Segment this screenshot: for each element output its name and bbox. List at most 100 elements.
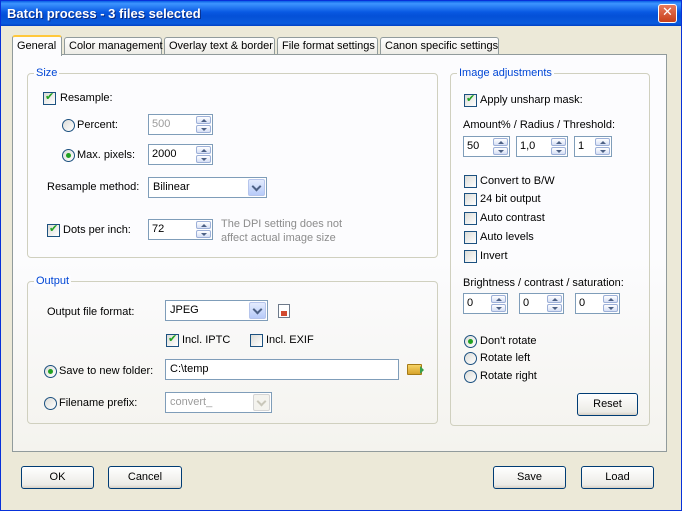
output-format-value: JPEG xyxy=(170,304,199,316)
spin-down-icon[interactable] xyxy=(491,304,506,312)
dpi-value: 72 xyxy=(152,223,165,235)
amount-value: 50 xyxy=(467,140,480,152)
batch-process-window: Batch process - 3 files selected ✕ Gener… xyxy=(0,0,682,511)
cancel-button[interactable]: Cancel xyxy=(108,466,182,489)
dpi-checkbox[interactable] xyxy=(47,222,60,237)
unsharp-mask-checkbox[interactable] xyxy=(464,92,477,107)
title-bar: Batch process - 3 files selected ✕ xyxy=(1,1,681,26)
tab-overlay-text-border[interactable]: Overlay text & border xyxy=(164,37,275,55)
resample-checkbox[interactable] xyxy=(43,90,56,105)
amount-spinner[interactable]: 50 xyxy=(463,136,510,157)
saturation-value: 0 xyxy=(579,297,586,309)
dpi-spinner[interactable]: 72 xyxy=(148,219,213,240)
percent-radio[interactable] xyxy=(62,119,75,132)
size-group-title: Size xyxy=(34,67,60,79)
resample-method-value: Bilinear xyxy=(153,181,190,193)
threshold-spinner[interactable]: 1 xyxy=(574,136,612,157)
ok-button[interactable]: OK xyxy=(21,466,94,489)
max-pixels-radio[interactable] xyxy=(62,149,75,162)
auto-contrast-checkbox[interactable] xyxy=(464,212,477,225)
chevron-down-icon[interactable] xyxy=(253,394,270,411)
dpi-hint-line-1: The DPI setting does not xyxy=(221,218,343,230)
spin-up-icon[interactable] xyxy=(196,116,211,124)
tab-canon-specific-settings[interactable]: Canon specific settings xyxy=(380,37,499,55)
close-icon[interactable]: ✕ xyxy=(658,4,677,23)
reset-button[interactable]: Reset xyxy=(577,393,638,416)
save-to-folder-radio[interactable] xyxy=(44,365,57,378)
window-title: Batch process - 3 files selected xyxy=(7,6,201,21)
brightness-spinner[interactable]: 0 xyxy=(463,293,508,314)
tab-file-format-settings[interactable]: File format settings xyxy=(277,37,378,55)
incl-exif-checkbox[interactable] xyxy=(250,334,263,347)
save-to-folder-label: Save to new folder: xyxy=(59,365,154,377)
convert-bw-label: Convert to B/W xyxy=(480,175,555,187)
spin-down-icon[interactable] xyxy=(493,147,508,155)
output-group: Output Output file format: JPEG Incl. IP… xyxy=(27,275,438,424)
auto-levels-checkbox[interactable] xyxy=(464,231,477,244)
rotate-left-radio[interactable] xyxy=(464,352,477,365)
incl-exif-label: Incl. EXIF xyxy=(266,334,314,346)
spin-up-icon[interactable] xyxy=(196,221,211,229)
dpi-hint-line-2: affect actual image size xyxy=(221,232,336,244)
invert-checkbox[interactable] xyxy=(464,250,477,263)
filename-prefix-value: convert_ xyxy=(170,396,213,408)
dont-rotate-radio[interactable] xyxy=(464,335,477,348)
spin-down-icon[interactable] xyxy=(603,304,618,312)
resample-method-select[interactable]: Bilinear xyxy=(148,177,267,198)
rotate-right-label: Rotate right xyxy=(480,370,537,382)
chevron-down-icon[interactable] xyxy=(248,179,265,196)
spin-up-icon[interactable] xyxy=(491,295,506,303)
spin-up-icon[interactable] xyxy=(551,138,566,146)
browse-folder-icon[interactable] xyxy=(407,364,424,375)
24bit-output-label: 24 bit output xyxy=(480,193,541,205)
save-button[interactable]: Save xyxy=(493,466,566,489)
dpi-label: Dots per inch: xyxy=(63,224,131,236)
spin-down-icon[interactable] xyxy=(547,304,562,312)
radius-value: 1,0 xyxy=(520,140,536,152)
tab-color-management[interactable]: Color management xyxy=(64,37,163,55)
max-pixels-label: Max. pixels: xyxy=(77,149,136,161)
saturation-spinner[interactable]: 0 xyxy=(575,293,620,314)
output-folder-input[interactable]: C:\temp xyxy=(165,359,399,380)
dont-rotate-label: Don't rotate xyxy=(480,335,537,347)
unsharp-mask-label: Apply unsharp mask: xyxy=(480,94,583,106)
percent-value: 500 xyxy=(152,118,171,130)
filename-prefix-radio[interactable] xyxy=(44,397,57,410)
rotate-right-radio[interactable] xyxy=(464,370,477,383)
filename-prefix-select[interactable]: convert_ xyxy=(165,392,272,413)
resample-label: Resample: xyxy=(60,92,113,104)
contrast-spinner[interactable]: 0 xyxy=(519,293,564,314)
spin-down-icon[interactable] xyxy=(595,147,610,155)
max-pixels-spinner[interactable]: 2000 xyxy=(148,144,213,165)
spin-down-icon[interactable] xyxy=(196,125,211,133)
bcs-label: Brightness / contrast / saturation: xyxy=(463,277,624,289)
spin-up-icon[interactable] xyxy=(595,138,610,146)
output-format-label: Output file format: xyxy=(47,306,135,318)
brightness-value: 0 xyxy=(467,297,474,309)
threshold-value: 1 xyxy=(578,140,585,152)
chevron-down-icon[interactable] xyxy=(249,302,266,319)
spin-down-icon[interactable] xyxy=(196,230,211,238)
tab-general[interactable]: General xyxy=(12,35,62,56)
general-tab-panel: Size Resample: Percent: 500 Max. pixels:… xyxy=(12,54,667,452)
spin-up-icon[interactable] xyxy=(196,146,211,154)
auto-contrast-label: Auto contrast xyxy=(480,212,545,224)
incl-iptc-checkbox[interactable] xyxy=(166,332,179,347)
rotate-left-label: Rotate left xyxy=(480,352,531,364)
spin-up-icon[interactable] xyxy=(493,138,508,146)
spin-down-icon[interactable] xyxy=(196,155,211,163)
spin-up-icon[interactable] xyxy=(603,295,618,303)
image-adjustments-title: Image adjustments xyxy=(457,67,554,79)
spin-down-icon[interactable] xyxy=(551,147,566,155)
contrast-value: 0 xyxy=(523,297,530,309)
load-button[interactable]: Load xyxy=(581,466,654,489)
24bit-output-checkbox[interactable] xyxy=(464,193,477,206)
radius-spinner[interactable]: 1,0 xyxy=(516,136,568,157)
resample-method-label: Resample method: xyxy=(47,181,140,193)
output-format-select[interactable]: JPEG xyxy=(165,300,268,321)
spin-up-icon[interactable] xyxy=(547,295,562,303)
auto-levels-label: Auto levels xyxy=(480,231,534,243)
percent-spinner[interactable]: 500 xyxy=(148,114,213,135)
convert-bw-checkbox[interactable] xyxy=(464,175,477,188)
format-settings-icon[interactable] xyxy=(278,304,290,318)
